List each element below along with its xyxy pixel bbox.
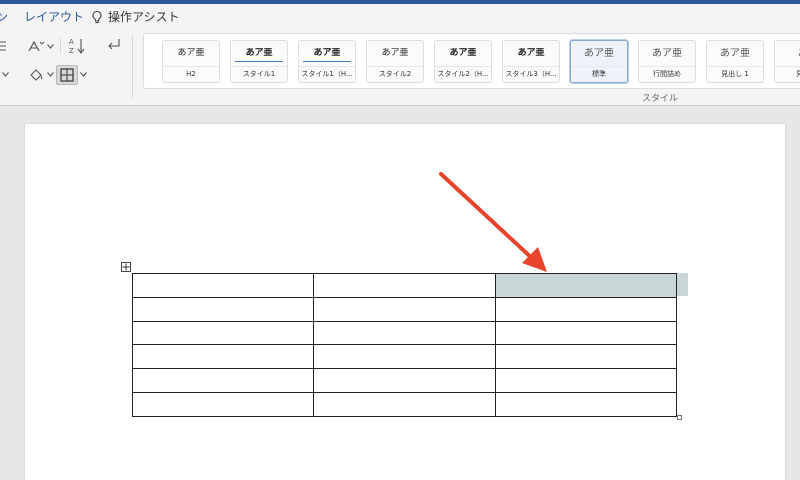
chevron-down-icon[interactable] <box>80 72 87 77</box>
card-divider <box>367 66 423 67</box>
style-name: スタイル1（H... <box>301 70 353 78</box>
style-name: スタイル1 <box>242 70 276 78</box>
style-sample: あア亜 <box>584 48 614 59</box>
card-divider <box>299 66 355 67</box>
style-sample: あア亜 <box>652 48 682 59</box>
table-row <box>131 296 678 322</box>
card-divider <box>571 66 627 67</box>
table-cell[interactable] <box>494 368 678 393</box>
table-resize-handle[interactable] <box>677 415 682 420</box>
style-name: スタイル3（H... <box>505 70 557 78</box>
style-sample: あア亜 <box>449 48 477 58</box>
list-icon[interactable] <box>0 40 6 52</box>
asian-layout-icon[interactable] <box>27 39 45 53</box>
selection-end-mark <box>677 273 688 296</box>
svg-text:A: A <box>69 38 74 46</box>
style-name: スタイル2 <box>378 70 412 78</box>
tell-me-label: 操作アシスト <box>108 10 180 24</box>
style-name: 行間詰め <box>653 70 681 78</box>
table-cell[interactable] <box>494 320 678 346</box>
shading-bucket-icon[interactable] <box>28 68 44 82</box>
table-cell-selected[interactable] <box>494 273 678 298</box>
table-row <box>131 273 678 298</box>
style-underline <box>235 61 283 62</box>
ribbon-divider <box>132 36 133 98</box>
table-cell[interactable] <box>131 296 315 322</box>
table-cell[interactable] <box>131 344 315 370</box>
style-sample: あア亜 <box>313 48 341 58</box>
style-option[interactable]: あア亜 行間詰め <box>638 40 696 83</box>
style-option[interactable]: あア亜見出し 1 <box>706 40 764 83</box>
style-option[interactable]: あア亜スタイル2 <box>366 40 424 83</box>
table-move-handle[interactable] <box>121 262 131 272</box>
table-cell[interactable] <box>494 296 678 322</box>
style-underline <box>303 61 351 62</box>
style-option[interactable]: あ見出 <box>774 40 800 83</box>
borders-icon <box>60 68 74 82</box>
table-cell[interactable] <box>313 296 496 322</box>
style-sample: あア亜 <box>177 48 205 58</box>
borders-button[interactable] <box>56 65 78 85</box>
style-sample: あア亜 <box>245 48 273 58</box>
table-cell[interactable] <box>313 273 496 298</box>
style-option[interactable]: あア亜スタイル2（H... <box>434 40 492 83</box>
table-cell[interactable] <box>494 344 678 370</box>
table-cell[interactable] <box>131 273 315 298</box>
svg-text:Z: Z <box>69 47 74 55</box>
table-cell[interactable] <box>494 391 678 417</box>
table-row <box>131 320 678 346</box>
style-sample: あア亜 <box>381 48 409 58</box>
card-divider <box>231 66 287 67</box>
move-icon <box>122 263 130 271</box>
style-option[interactable]: あア亜 H2 <box>162 40 220 83</box>
table-row <box>131 344 678 370</box>
style-name: H2 <box>186 70 196 78</box>
style-sample: あア亜 <box>720 48 750 59</box>
style-option[interactable]: あア亜スタイル1 <box>230 40 288 83</box>
style-sample: あ <box>775 48 800 59</box>
table-cell[interactable] <box>131 320 315 346</box>
card-divider <box>639 66 695 67</box>
style-option[interactable]: あア亜スタイル1（H... <box>298 40 356 83</box>
table-cell[interactable] <box>131 368 315 393</box>
style-name: スタイル2（H... <box>437 70 489 78</box>
chevron-down-icon[interactable] <box>2 72 9 77</box>
style-name: 見出し 1 <box>721 70 749 78</box>
style-sample: あア亜 <box>517 48 545 58</box>
lightbulb-icon <box>92 10 102 24</box>
chevron-down-icon[interactable] <box>47 44 54 49</box>
table-row <box>131 391 678 417</box>
toolbar-separator <box>60 38 61 54</box>
table-cell[interactable] <box>131 391 315 417</box>
card-divider <box>775 66 800 67</box>
ribbon-tabs: ン レイアウト 操作アシスト <box>0 4 800 30</box>
table-cell[interactable] <box>313 344 496 370</box>
paragraph-mark-icon[interactable] <box>105 38 123 52</box>
ribbon: A Z あア亜 H2 あア亜 スタイル1 あア亜 スタイル1（H... あア亜 スタイル2 あア… <box>0 30 800 106</box>
card-divider <box>435 66 491 67</box>
tab-partial[interactable]: ン <box>0 10 8 24</box>
styles-gallery: あア亜 H2 あア亜 スタイル1 あア亜 スタイル1（H... あア亜 スタイル2 あア亜 スタイ… <box>143 33 800 89</box>
table-row <box>131 368 678 393</box>
card-divider <box>707 66 763 67</box>
card-divider <box>503 66 559 67</box>
chevron-down-icon[interactable] <box>47 72 54 77</box>
style-option[interactable]: あア亜 標準 <box>570 40 628 83</box>
style-option[interactable]: あア亜スタイル3（H... <box>502 40 560 83</box>
table-cell[interactable] <box>313 320 496 346</box>
table-cell[interactable] <box>313 391 496 417</box>
document-table <box>131 273 678 417</box>
card-divider <box>163 66 219 67</box>
style-name: 標準 <box>592 70 606 78</box>
table-cell[interactable] <box>313 368 496 393</box>
tab-layout[interactable]: レイアウト <box>24 10 84 24</box>
styles-group-label: スタイル <box>642 94 679 104</box>
style-name: 見出 <box>796 70 800 78</box>
sort-az-icon[interactable]: A Z <box>68 37 86 55</box>
